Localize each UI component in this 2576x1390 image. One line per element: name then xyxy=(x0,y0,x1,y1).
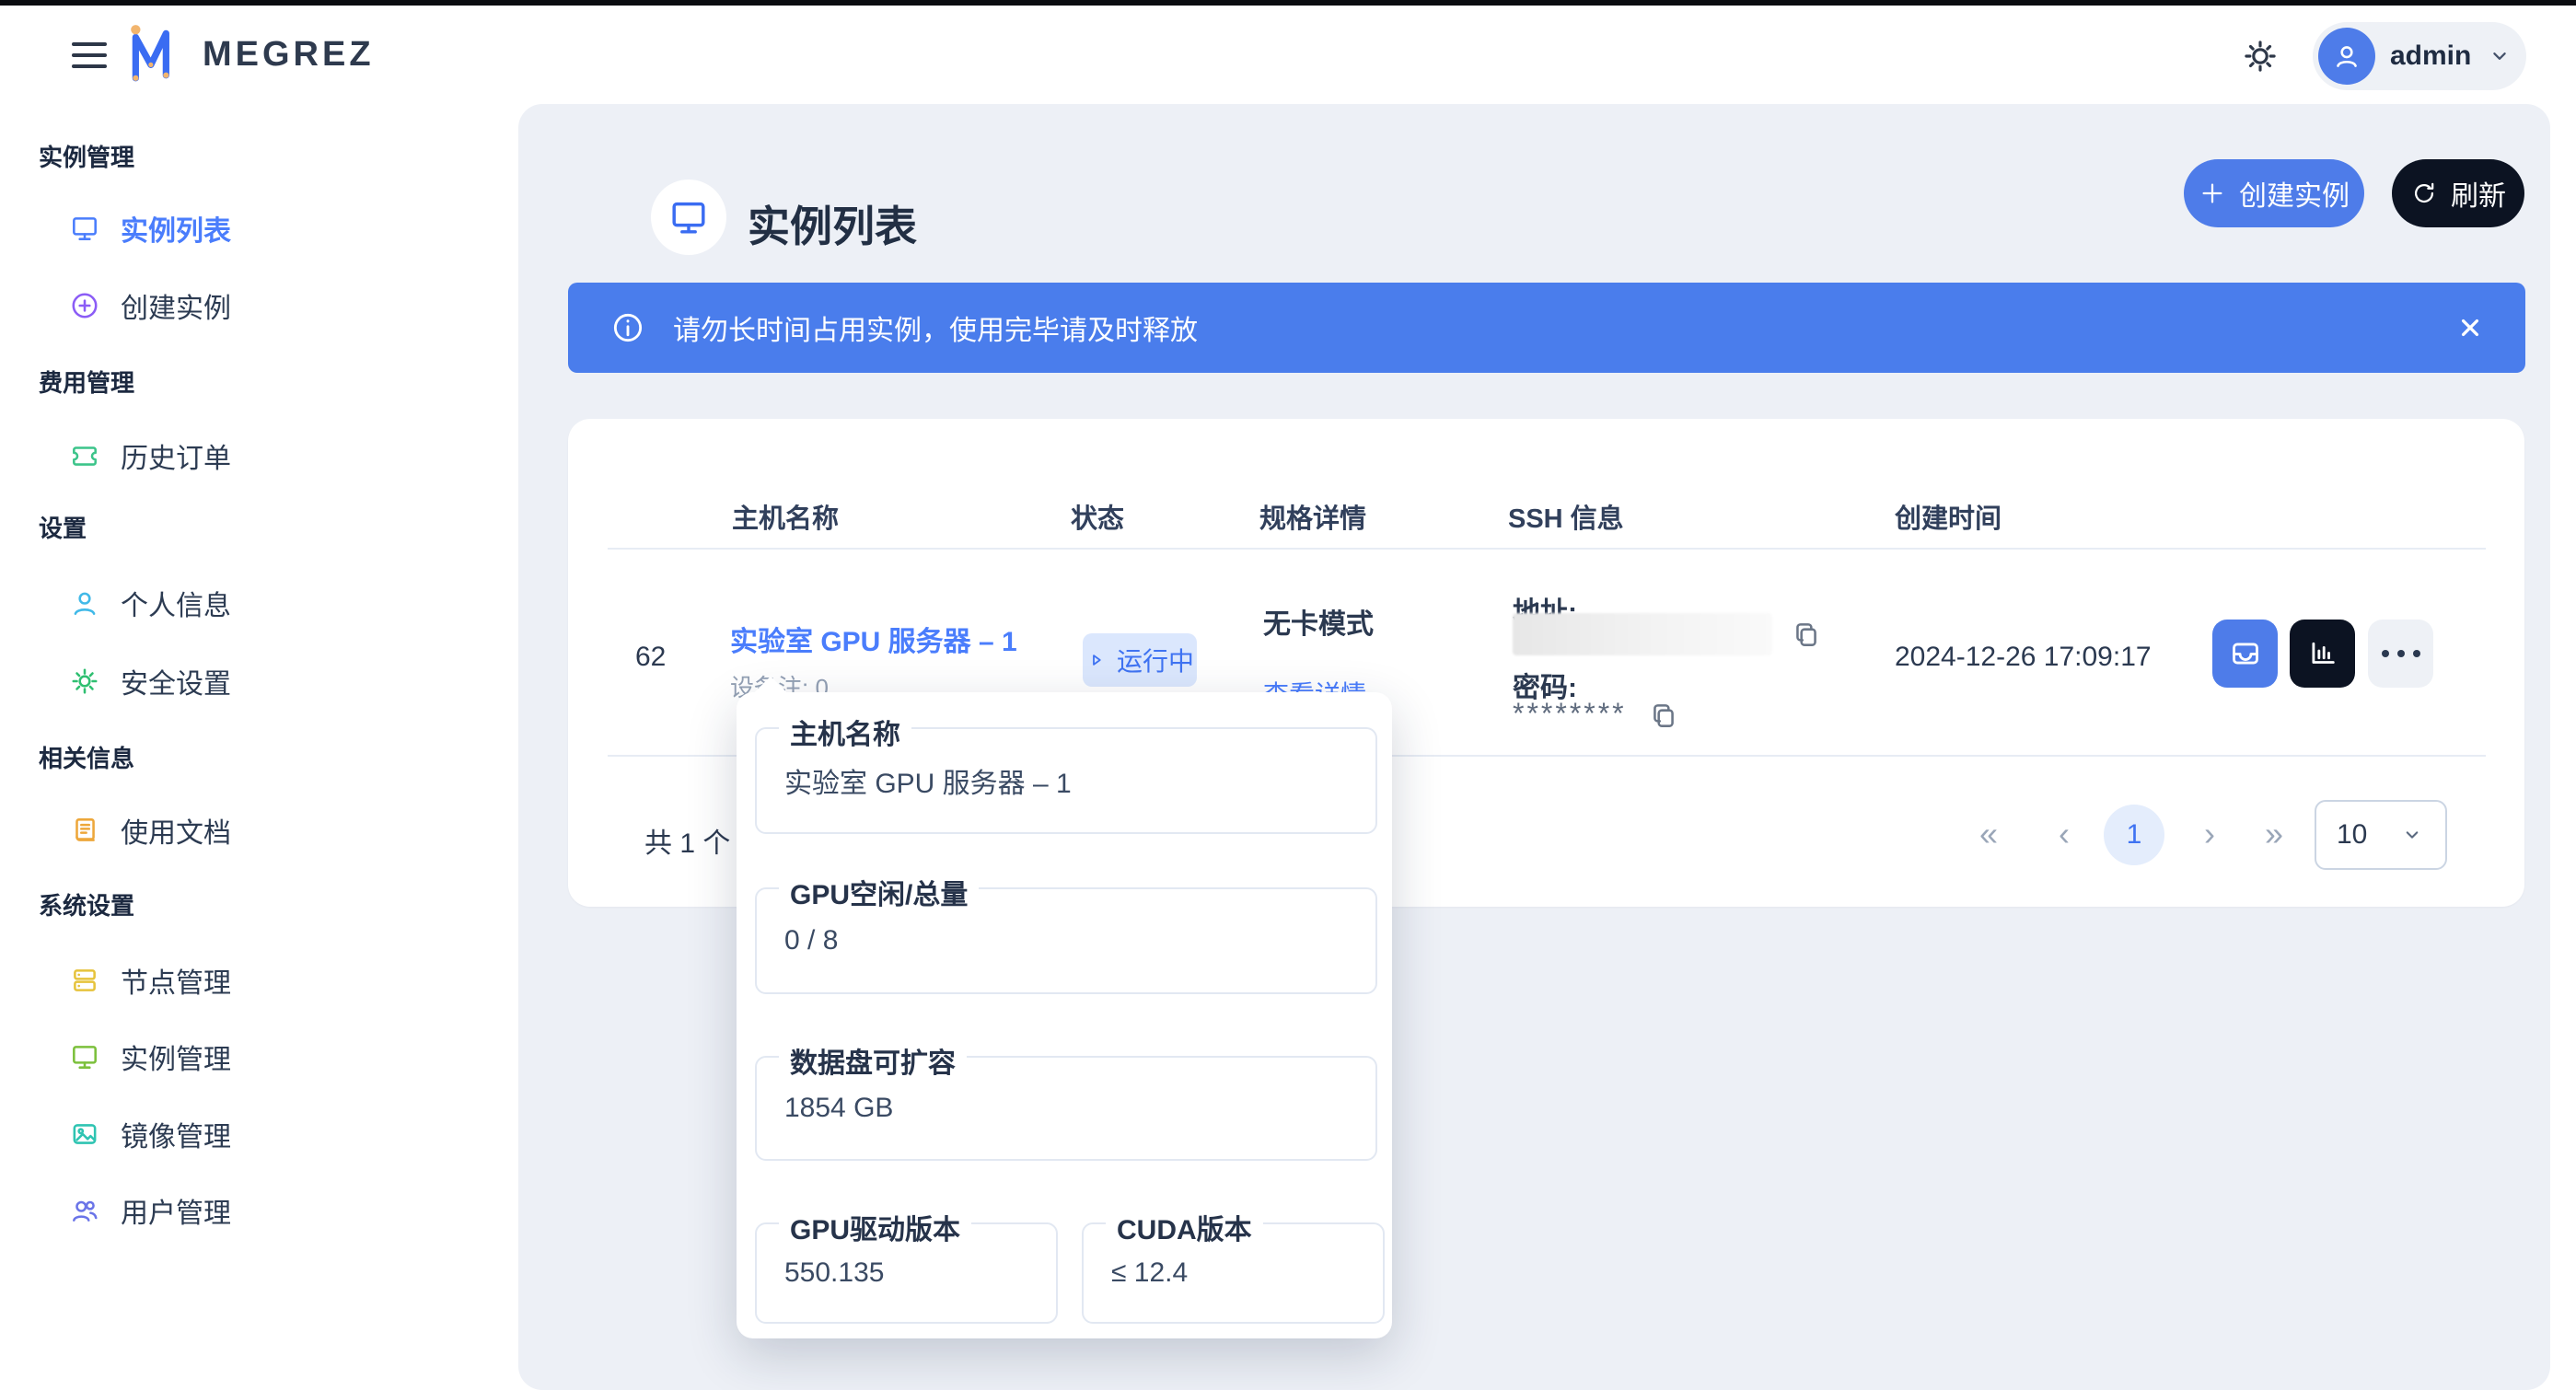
copy-icon[interactable] xyxy=(1648,700,1679,731)
sidebar-item-instance-mgmt[interactable]: 实例管理 xyxy=(0,1025,516,1089)
instance-name-link[interactable]: 实验室 GPU 服务器 – 1 xyxy=(730,619,1017,659)
user-icon xyxy=(69,587,100,619)
banner-text: 请勿长时间占用实例，使用完毕请及时释放 xyxy=(673,307,1198,348)
row-id: 62 xyxy=(635,642,666,673)
sidebar-item-label: 节点管理 xyxy=(121,960,231,1001)
popover-field-cuda-version: CUDA版本 ≤ 12.4 xyxy=(1082,1222,1385,1324)
page-title-icon-circle xyxy=(651,180,726,255)
users-icon xyxy=(69,1195,100,1226)
brand-name: MEGREZ xyxy=(203,35,375,75)
sidebar-item-create-instance[interactable]: 创建实例 xyxy=(0,273,516,338)
sidebar-section-system: 系统设置 xyxy=(39,887,407,917)
image-icon xyxy=(69,1118,100,1150)
sidebar-section-billing: 费用管理 xyxy=(39,365,407,394)
user-menu[interactable]: admin xyxy=(2313,22,2526,90)
sidebar-section-related-info: 相关信息 xyxy=(39,740,407,770)
next-page-button[interactable]: › xyxy=(2204,815,2215,853)
sidebar-item-instance-list[interactable]: 实例列表 xyxy=(0,196,516,261)
col-ssh: SSH 信息 xyxy=(1508,497,1624,536)
ticket-icon xyxy=(69,440,100,471)
server-icon xyxy=(69,965,100,996)
popover-field-gpu-driver: GPU驱动版本 550.135 xyxy=(755,1222,1058,1324)
popover-field-disk-expandable: 数据盘可扩容 1854 GB xyxy=(755,1056,1377,1161)
status-badge: 运行中 xyxy=(1083,633,1197,687)
created-at: 2024-12-26 17:09:17 xyxy=(1895,642,2152,673)
col-created: 创建时间 xyxy=(1895,497,2002,536)
document-icon xyxy=(69,815,100,846)
create-instance-button[interactable]: 创建实例 xyxy=(2184,159,2364,227)
hamburger-menu-icon[interactable] xyxy=(72,42,107,68)
sidebar-item-label: 使用文档 xyxy=(121,810,231,851)
sidebar-item-node-mgmt[interactable]: 节点管理 xyxy=(0,948,516,1013)
close-icon[interactable] xyxy=(2446,304,2494,352)
info-banner: 请勿长时间占用实例，使用完毕请及时释放 xyxy=(568,283,2525,373)
sidebar-item-security[interactable]: 安全设置 xyxy=(0,649,516,713)
more-actions-button[interactable] xyxy=(2368,620,2433,688)
theme-toggle-sun-icon[interactable] xyxy=(2241,37,2280,75)
last-page-button[interactable]: » xyxy=(2265,815,2283,853)
inbox-icon xyxy=(2228,636,2263,671)
sidebar-item-label: 实例列表 xyxy=(121,208,231,249)
bar-chart-icon xyxy=(2305,636,2340,671)
table-header-divider xyxy=(608,548,2486,550)
username: admin xyxy=(2390,41,2471,72)
sidebar-section-instance-mgmt: 实例管理 xyxy=(39,139,407,168)
first-page-button[interactable]: « xyxy=(1979,815,1998,853)
screen-top-edge xyxy=(0,0,2576,6)
spec-mode: 无卡模式 xyxy=(1263,601,1374,642)
info-icon xyxy=(610,310,645,345)
monitor-icon xyxy=(69,1041,100,1072)
col-spec: 规格详情 xyxy=(1259,497,1366,536)
page-title: 实例列表 xyxy=(748,193,917,254)
prev-page-button[interactable]: ‹ xyxy=(2059,815,2070,853)
gear-icon xyxy=(69,666,100,697)
sidebar-item-docs[interactable]: 使用文档 xyxy=(0,798,516,863)
sidebar-item-label: 安全设置 xyxy=(121,661,231,701)
ssh-address-redacted xyxy=(1513,613,1772,655)
popover-field-hostname: 主机名称 实验室 GPU 服务器 – 1 xyxy=(755,727,1377,834)
col-hostname: 主机名称 xyxy=(732,497,839,536)
col-status: 状态 xyxy=(1071,497,1124,536)
monitoring-button[interactable] xyxy=(2290,620,2355,688)
sidebar-item-label: 个人信息 xyxy=(121,583,231,623)
sidebar-section-settings: 设置 xyxy=(39,510,407,539)
sidebar-item-user-mgmt[interactable]: 用户管理 xyxy=(0,1178,516,1243)
megrez-logo-icon xyxy=(125,20,186,87)
sidebar-item-label: 镜像管理 xyxy=(121,1114,231,1154)
refresh-icon xyxy=(2410,180,2438,207)
page-size-select[interactable]: 10 xyxy=(2315,800,2447,870)
plus-icon xyxy=(2199,180,2226,207)
chevron-down-icon xyxy=(2399,822,2425,848)
plus-circle-icon xyxy=(69,290,100,321)
pagination-total: 共 1 个 xyxy=(644,820,730,861)
password-mask: ******** xyxy=(1513,697,1627,731)
sidebar-item-label: 实例管理 xyxy=(121,1037,231,1077)
sidebar-item-order-history[interactable]: 历史订单 xyxy=(0,423,516,488)
user-avatar-icon xyxy=(2318,28,2375,85)
sidebar-item-image-mgmt[interactable]: 镜像管理 xyxy=(0,1102,516,1166)
app-window: MEGREZ admin 实例管理 实例列表 创建实例 费用管理 历史订单 设置… xyxy=(0,0,2576,1390)
sidebar-item-label: 用户管理 xyxy=(121,1190,231,1231)
terminal-access-button[interactable] xyxy=(2212,620,2278,688)
play-icon xyxy=(1085,649,1108,671)
page-number-current[interactable]: 1 xyxy=(2104,805,2164,865)
sidebar-item-label: 历史订单 xyxy=(121,435,231,476)
popover-field-gpu-free-total: GPU空闲/总量 0 / 8 xyxy=(755,887,1377,994)
chevron-down-icon xyxy=(2486,42,2513,70)
ellipsis-icon xyxy=(2382,650,2420,657)
copy-icon[interactable] xyxy=(1791,619,1822,650)
sidebar-item-profile[interactable]: 个人信息 xyxy=(0,571,516,635)
refresh-button[interactable]: 刷新 xyxy=(2392,159,2524,227)
sidebar-item-label: 创建实例 xyxy=(121,285,231,326)
monitor-icon xyxy=(69,213,100,244)
